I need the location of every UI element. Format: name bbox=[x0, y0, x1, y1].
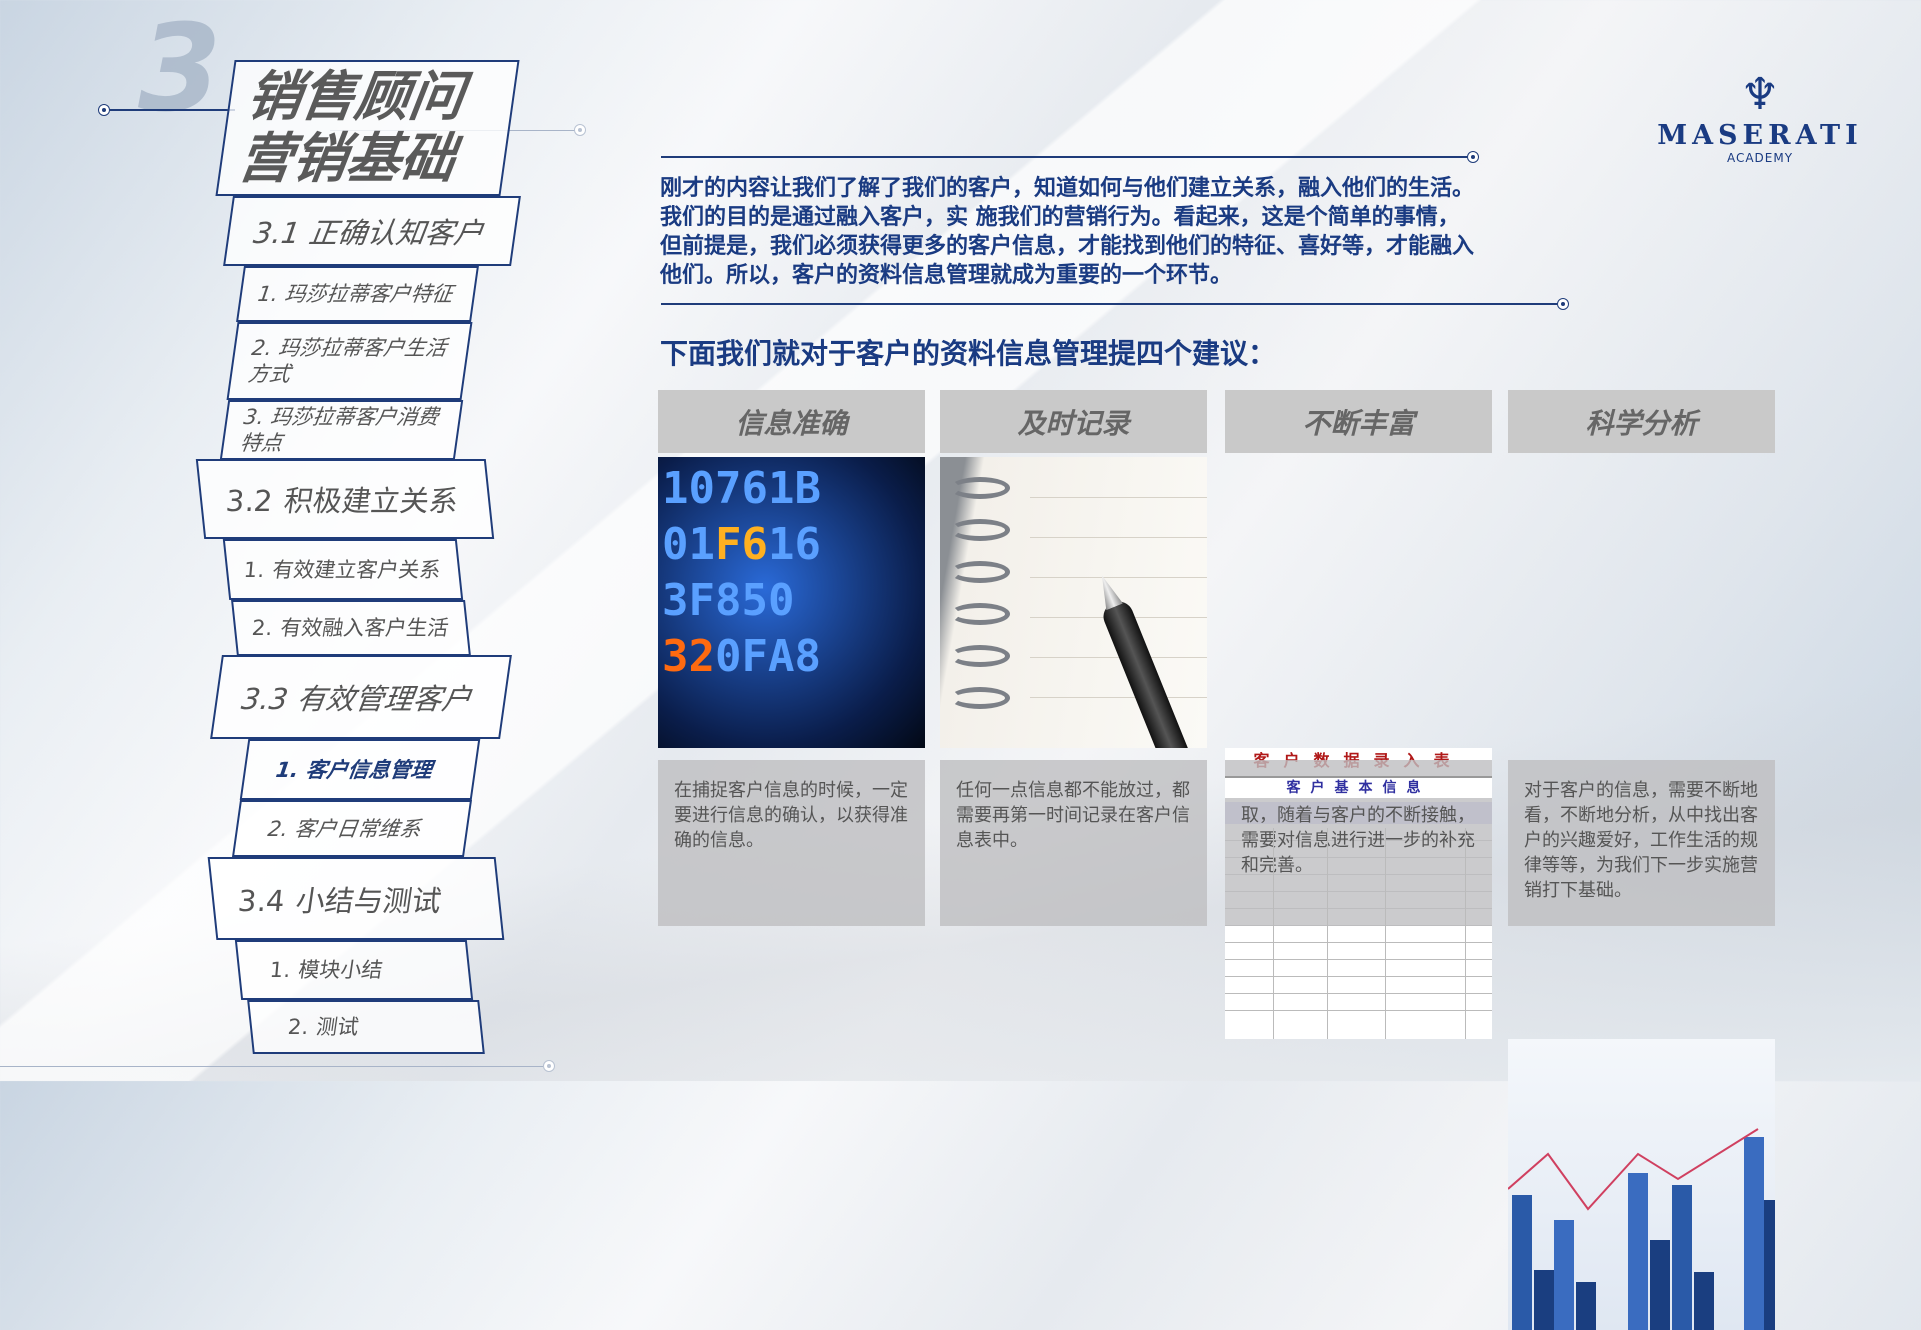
chapter-number: 3 bbox=[138, 0, 222, 139]
nav-item[interactable]: 1. 有效建立客户关系 bbox=[222, 539, 464, 600]
nav-item-label: 3. 玛莎拉蒂客户消费特点 bbox=[238, 405, 441, 455]
chapter-title-line1: 销售顾问 bbox=[243, 65, 468, 128]
connector-line bbox=[110, 109, 235, 111]
connector-dot bbox=[1557, 298, 1569, 310]
nav-item[interactable]: 3. 玛莎拉蒂客户消费特点 bbox=[219, 400, 464, 460]
divider bbox=[661, 156, 1467, 158]
section-3-4[interactable]: 3.4 小结与测试 bbox=[207, 857, 505, 940]
maserati-logo: ♆ MASERATI ACADEMY bbox=[1655, 69, 1865, 166]
nav-item[interactable]: 2. 测试 bbox=[247, 1000, 485, 1054]
bottom-line bbox=[0, 1066, 543, 1067]
digital-data-image: 10761B 01F616 3F850 320FA8 bbox=[658, 457, 925, 748]
chapter-title: 销售顾问 营销基础 bbox=[215, 60, 520, 196]
card-title: 及时记录 bbox=[940, 390, 1207, 453]
card-description: 在捕捉客户信息的时候，一定要进行信息的确认，以获得准确的信息。 bbox=[658, 760, 925, 926]
nav-item-label: 1. 有效建立客户关系 bbox=[242, 557, 440, 582]
nav-item-label: 2. 有效融入客户生活 bbox=[250, 616, 448, 640]
logo-subtitle: ACADEMY bbox=[1726, 151, 1794, 165]
nav-item[interactable]: 2. 有效融入客户生活 bbox=[231, 600, 471, 656]
nav-item-label: 2. 玛莎拉蒂客户生活方式 bbox=[246, 336, 449, 386]
section-label: 3.3 有效管理客户 bbox=[239, 682, 474, 716]
card-title: 科学分析 bbox=[1508, 390, 1775, 453]
nav-item-label: 2. 测试 bbox=[286, 1015, 358, 1039]
connector-dot bbox=[98, 104, 110, 116]
section-label: 3.2 积极建立关系 bbox=[224, 484, 458, 518]
nav-item-label: 1. 客户信息管理 bbox=[274, 757, 434, 782]
chapter-title-line2: 营销基础 bbox=[234, 127, 460, 190]
intro-text: 刚才的内容让我们了解了我们的客户，知道如何与他们建立关系，融入他们的生活。我们的… bbox=[660, 176, 1475, 288]
card-description: 对于客户的信息，需要不断地看，不断地分析，从中找出客户的兴趣爱好，工作生活的规律… bbox=[1508, 760, 1775, 926]
section-label: 3.1 正确认知客户 bbox=[251, 216, 486, 250]
section-3-3[interactable]: 3.3 有效管理客户 bbox=[210, 655, 512, 739]
nav-item[interactable]: 2. 玛莎拉蒂客户生活方式 bbox=[226, 322, 473, 400]
card-description: 任何一点信息都不能放过，都需要再第一时间记录在客户信息表中。 bbox=[940, 760, 1207, 926]
section-3-2[interactable]: 3.2 积极建立关系 bbox=[195, 459, 495, 539]
connector-dot bbox=[1467, 151, 1479, 163]
notebook-pen-image bbox=[940, 457, 1207, 748]
divider bbox=[661, 303, 1557, 305]
nav-item[interactable]: 1. 模块小结 bbox=[234, 940, 474, 1000]
nav-item[interactable]: 1. 玛莎拉蒂客户特征 bbox=[236, 266, 479, 322]
nav-item-label: 1. 模块小结 bbox=[268, 958, 382, 982]
card-title: 信息准确 bbox=[658, 390, 925, 453]
trend-line bbox=[1508, 1128, 1759, 1211]
trident-icon: ♆ bbox=[1740, 69, 1780, 120]
pen-icon bbox=[1099, 597, 1191, 748]
nav-item-label: 2. 客户日常维系 bbox=[266, 816, 423, 841]
card-title: 不断丰富 bbox=[1225, 390, 1492, 453]
bar-chart-image bbox=[1508, 1039, 1775, 1330]
connector-dot bbox=[543, 1060, 555, 1072]
section-heading: 下面我们就对于客户的资料信息管理提四个建议： bbox=[660, 337, 1277, 370]
nav-item-label: 1. 玛莎拉蒂客户特征 bbox=[256, 282, 455, 306]
sheet-subtitle: 客户基本信息 bbox=[1225, 776, 1492, 798]
connector-dot bbox=[574, 124, 586, 136]
section-label: 3.4 小结与测试 bbox=[236, 883, 441, 918]
logo-brand: MASERATI bbox=[1657, 120, 1863, 151]
nav-item[interactable]: 2. 客户日常维系 bbox=[231, 800, 473, 857]
nav-item-active[interactable]: 1. 客户信息管理 bbox=[239, 739, 481, 800]
section-3-1[interactable]: 3.1 正确认知客户 bbox=[223, 196, 521, 266]
